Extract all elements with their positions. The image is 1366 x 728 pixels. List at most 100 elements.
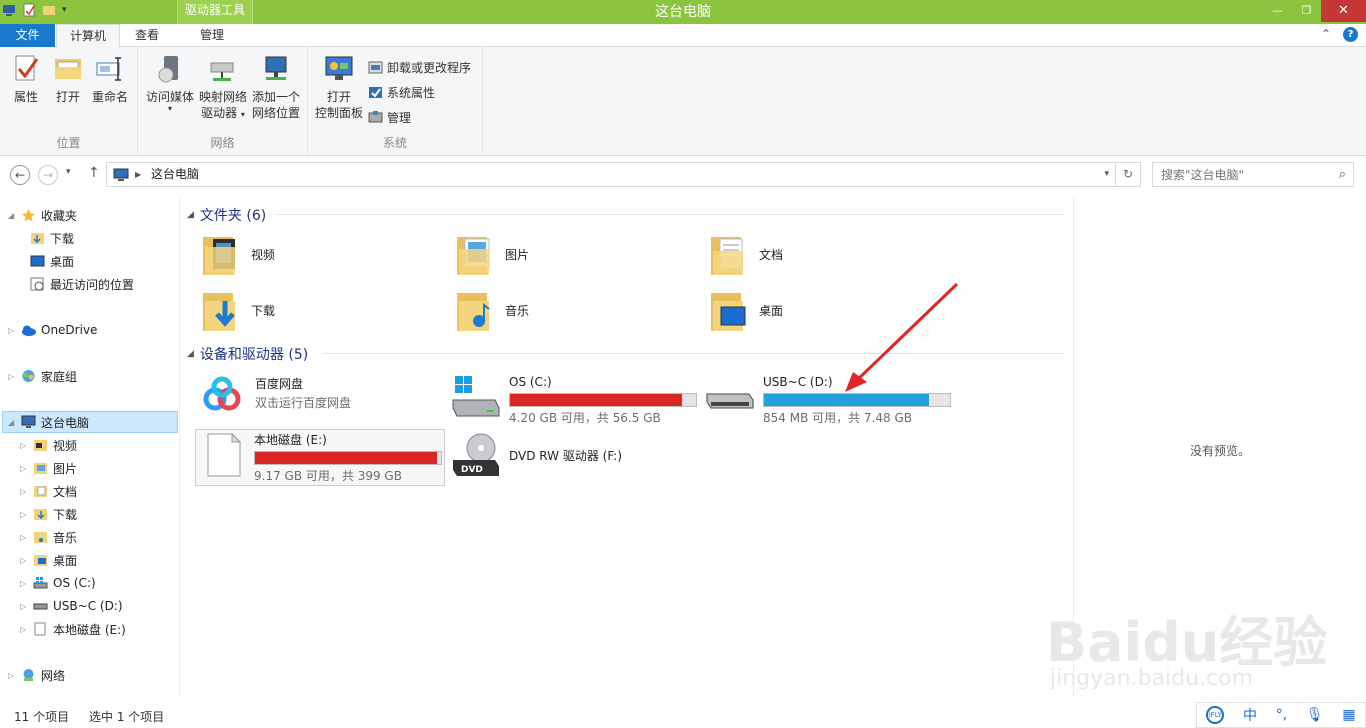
manage-button[interactable]: 管理: [368, 109, 411, 126]
folder-pictures[interactable]: 图片: [455, 231, 529, 277]
collapse-arrow-icon[interactable]: ◢: [187, 210, 194, 220]
add-network-location-icon: [260, 53, 292, 85]
nav-pc-drive-e[interactable]: ▷ 本地磁盘 (E:): [20, 619, 126, 639]
onedrive-icon: [21, 323, 36, 337]
nav-downloads[interactable]: 下载: [30, 228, 74, 248]
drive-e-usage-fill: [255, 452, 437, 464]
recent-locations-dropdown[interactable]: ▾: [66, 167, 71, 177]
help-icon[interactable]: ?: [1343, 27, 1358, 42]
nav-pc-videos[interactable]: ▷ 视频: [20, 435, 77, 455]
downloads-folder-icon: [201, 287, 241, 333]
collapse-arrow-icon[interactable]: ◢: [8, 418, 16, 427]
expand-arrow-icon[interactable]: ▷: [8, 372, 16, 381]
nav-desktop[interactable]: 桌面: [30, 251, 74, 271]
close-button[interactable]: ✕: [1321, 0, 1366, 22]
tab-manage[interactable]: 管理: [176, 24, 248, 47]
nav-homegroup[interactable]: ▷ 家庭组: [8, 366, 77, 386]
search-icon[interactable]: ⌕: [1339, 167, 1346, 182]
nav-onedrive[interactable]: ▷ OneDrive: [8, 320, 97, 340]
devices-section-header[interactable]: ◢ 设备和驱动器 (5): [187, 344, 308, 364]
drive-f-name: DVD RW 驱动器 (F:): [509, 449, 623, 463]
nav-pc-music[interactable]: ▷ 音乐: [20, 527, 77, 547]
ime-toolbar: iFLY 中 °, 🎙 ▦: [1196, 702, 1366, 728]
tab-computer[interactable]: 计算机: [56, 24, 120, 48]
folders-section-header[interactable]: ◢ 文件夹 (6): [187, 205, 266, 225]
desktop-folder-icon: [33, 553, 48, 567]
annotation-arrow: [845, 282, 959, 392]
map-drive-label-1: 映射网络: [198, 90, 247, 104]
microphone-icon[interactable]: 🎙: [1306, 707, 1324, 723]
ime-menu-icon[interactable]: ▦: [1342, 707, 1355, 723]
nav-favorites[interactable]: ◢ 收藏夹: [8, 205, 77, 225]
nav-pc-drive-c[interactable]: ▷ OS (C:): [20, 573, 96, 593]
expand-arrow-icon[interactable]: ▷: [8, 671, 16, 680]
folder-music[interactable]: 音乐: [455, 287, 529, 333]
expand-arrow-icon[interactable]: ▷: [20, 441, 28, 450]
tab-file[interactable]: 文件: [0, 24, 55, 47]
folder-videos[interactable]: 视频: [201, 231, 275, 277]
nav-pc-drive-d[interactable]: ▷ USB~C (D:): [20, 596, 123, 616]
expand-arrow-icon[interactable]: ▷: [20, 602, 28, 611]
expand-arrow-icon[interactable]: ▷: [8, 326, 16, 335]
window-controls: — ❐ ✕: [1263, 0, 1366, 22]
folder-documents[interactable]: 文档: [709, 231, 783, 277]
nav-this-pc[interactable]: ◢ 这台电脑: [2, 411, 178, 433]
drive-e[interactable]: 本地磁盘 (E:) 9.17 GB 可用，共 399 GB: [195, 429, 445, 486]
folder-desktop[interactable]: 桌面: [709, 287, 783, 333]
nav-pc-documents[interactable]: ▷ 文档: [20, 481, 77, 501]
map-network-drive-button[interactable]: 映射网络 驱动器 ▾: [198, 53, 248, 123]
drive-c[interactable]: OS (C:) 4.20 GB 可用，共 56.5 GB: [451, 370, 701, 425]
access-media-button[interactable]: 访问媒体 ▾: [144, 53, 196, 113]
ifly-logo-icon[interactable]: iFLY: [1206, 706, 1225, 724]
system-properties-button[interactable]: 系统属性: [368, 84, 435, 101]
folders-header-label: 文件夹 (6): [199, 208, 267, 224]
collapse-arrow-icon[interactable]: ◢: [187, 349, 194, 359]
nav-pc-downloads[interactable]: ▷ 下载: [20, 504, 77, 524]
properties-button[interactable]: 属性: [8, 53, 44, 105]
nav-pc-desktop[interactable]: ▷ 桌面: [20, 550, 77, 570]
expand-arrow-icon[interactable]: ▷: [20, 533, 28, 542]
expand-arrow-icon[interactable]: ▷: [20, 579, 28, 588]
back-button[interactable]: ←: [10, 165, 30, 185]
nav-network[interactable]: ▷ 网络: [8, 665, 65, 685]
uninstall-label: 卸载或更改程序: [387, 61, 472, 75]
drive-f[interactable]: DVD DVD RW 驱动器 (F:): [451, 432, 701, 482]
add-network-location-button[interactable]: 添加一个 网络位置: [250, 53, 302, 121]
ribbon-right-controls: ⌃ ?: [1321, 27, 1358, 42]
address-box[interactable]: ▶ 这台电脑 ▾: [106, 162, 1116, 187]
no-preview-text: 没有预览。: [1190, 444, 1251, 458]
uninstall-programs-button[interactable]: 卸载或更改程序: [368, 59, 471, 76]
minimize-button[interactable]: —: [1263, 0, 1292, 22]
breadcrumb-separator-icon[interactable]: ▶: [135, 163, 141, 186]
nav-pc-pictures[interactable]: ▷ 图片: [20, 458, 77, 478]
open-button[interactable]: 打开: [50, 53, 86, 105]
baidu-netdisk-icon: [197, 372, 247, 420]
maximize-button[interactable]: ❐: [1292, 0, 1321, 22]
tab-view[interactable]: 查看: [122, 24, 172, 47]
breadcrumb-this-pc[interactable]: 这台电脑: [151, 163, 199, 186]
drive-d-space: 854 MB 可用，共 7.48 GB: [763, 411, 912, 425]
ime-language-toggle[interactable]: 中: [1243, 705, 1257, 725]
forward-button[interactable]: →: [38, 165, 58, 185]
punctuation-icon[interactable]: °,: [1276, 707, 1287, 723]
baidu-netdisk-item[interactable]: 百度网盘 双击运行百度网盘: [197, 372, 437, 422]
open-control-panel-button[interactable]: 打开 控制面板: [314, 53, 364, 121]
rename-button[interactable]: 重命名: [90, 53, 130, 105]
collapse-ribbon-icon[interactable]: ⌃: [1321, 27, 1331, 42]
expand-arrow-icon[interactable]: ▷: [20, 625, 28, 634]
up-button[interactable]: ↑: [88, 165, 100, 181]
expand-arrow-icon[interactable]: ▷: [20, 510, 28, 519]
expand-arrow-icon[interactable]: ▷: [20, 556, 28, 565]
collapse-arrow-icon[interactable]: ◢: [8, 211, 16, 220]
search-input[interactable]: [1153, 163, 1323, 186]
expand-arrow-icon[interactable]: ▷: [20, 487, 28, 496]
refresh-button[interactable]: ↻: [1116, 162, 1141, 187]
add-location-label-1: 添加一个: [251, 90, 300, 104]
baidu-netdisk-description: 双击运行百度网盘: [255, 396, 352, 410]
expand-arrow-icon[interactable]: ▷: [20, 464, 28, 473]
group-location: 属性 打开 重命名 位置: [0, 47, 138, 154]
nav-recent[interactable]: 最近访问的位置: [30, 274, 134, 294]
address-dropdown-icon[interactable]: ▾: [1104, 163, 1109, 186]
nav-desktop-label: 桌面: [50, 254, 75, 269]
folder-downloads[interactable]: 下载: [201, 287, 275, 333]
